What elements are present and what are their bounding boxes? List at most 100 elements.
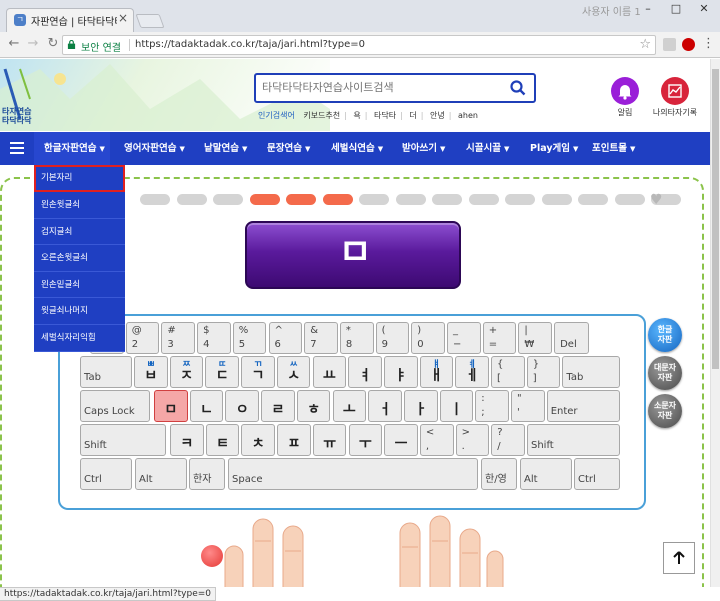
key-shift-left[interactable]: Shift bbox=[80, 424, 166, 456]
extension-icon[interactable] bbox=[663, 38, 676, 51]
popular-keyword[interactable]: ahen bbox=[458, 111, 478, 120]
key-hangul[interactable]: ㅣ bbox=[439, 390, 474, 422]
key-hangul[interactable]: ㄴ bbox=[189, 390, 224, 422]
tab-close-icon[interactable]: × bbox=[118, 11, 128, 25]
new-tab-button[interactable] bbox=[135, 14, 165, 28]
key-symbol[interactable]: ? / bbox=[491, 424, 525, 456]
dropdown-item-left-upper[interactable]: 왼손윗글쇠 bbox=[34, 192, 125, 219]
key-hangul[interactable]: ㅡ bbox=[384, 424, 418, 456]
key-number[interactable]: * 8 bbox=[339, 322, 374, 354]
dropdown-item-left-lower[interactable]: 왼손밑글쇠 bbox=[34, 272, 125, 299]
dropdown-item-sebeolsik-home[interactable]: 세벌식자리익힘 bbox=[34, 325, 125, 352]
site-logo-text[interactable]: 타자연습 타닥타닥 bbox=[2, 107, 32, 125]
key-hangul[interactable]: ㅅㅆ bbox=[276, 356, 311, 388]
key-tab[interactable]: Tab bbox=[80, 356, 132, 388]
key-number[interactable]: $4 bbox=[197, 322, 231, 354]
forward-arrow-icon[interactable]: → bbox=[24, 35, 42, 53]
nav-item-korean-keyboard[interactable]: 한글자판연습 ▼ bbox=[34, 132, 110, 165]
key-shift-right[interactable]: Shift bbox=[527, 424, 620, 456]
scroll-to-top-button[interactable] bbox=[663, 542, 695, 574]
nav-item-point-mall[interactable]: 포인트몰 ▼ bbox=[592, 132, 635, 165]
site-search-input[interactable] bbox=[262, 81, 502, 94]
scrollbar-thumb[interactable] bbox=[712, 69, 719, 369]
browser-tab[interactable]: ㄱ 자판연습 | 타닥타닥타자 × bbox=[6, 8, 134, 32]
key-alt-left[interactable]: Alt bbox=[135, 458, 187, 490]
key-hangul[interactable]: ㅋ bbox=[170, 424, 204, 456]
key-number[interactable]: % 5 bbox=[232, 322, 267, 354]
key-hangul[interactable]: ㅗ bbox=[332, 390, 367, 422]
key-hangul[interactable]: ㅐㅒ bbox=[419, 356, 454, 388]
key-hangul[interactable]: ㅊ bbox=[241, 424, 276, 456]
key-number[interactable]: #3 bbox=[161, 322, 196, 354]
url-text[interactable]: https://tadaktadak.co.kr/taja/jari.html?… bbox=[135, 39, 365, 50]
nav-item-sebeolsik-practice[interactable]: 세벌식연습 ▼ bbox=[331, 132, 383, 165]
key-number[interactable]: ) 0 bbox=[411, 322, 445, 354]
key-hangul[interactable]: ㅕ bbox=[348, 356, 382, 388]
dropdown-item-home-row[interactable]: 기본자리 bbox=[34, 165, 125, 192]
key-number[interactable]: & 7 bbox=[304, 322, 338, 354]
key-number[interactable]: | ₩ bbox=[518, 322, 553, 354]
dropdown-item-upper-remaining[interactable]: 윗글쇠나머지 bbox=[34, 298, 125, 325]
browser-user-label[interactable]: 사용자 이름 1 bbox=[582, 3, 641, 18]
back-arrow-icon[interactable]: ← bbox=[5, 35, 23, 53]
dropdown-item-index-finger[interactable]: 검지글쇠 bbox=[34, 219, 125, 246]
hamburger-menu-icon[interactable] bbox=[10, 141, 24, 155]
key-tab-right[interactable]: Tab bbox=[562, 356, 620, 388]
key-number[interactable]: @2 bbox=[125, 322, 160, 354]
window-close-icon[interactable]: ✕ bbox=[690, 0, 718, 20]
extension-icon[interactable] bbox=[682, 38, 695, 51]
uppercase-layout-button[interactable]: 대문자 자판 bbox=[648, 356, 682, 390]
key-hangul[interactable]: ㅇ bbox=[225, 390, 260, 422]
key-hangul[interactable]: ㄹ bbox=[261, 390, 295, 422]
key-hangul[interactable]: ㅛ bbox=[312, 356, 347, 388]
key-hangul[interactable]: ㄱㄲ bbox=[241, 356, 275, 388]
window-maximize-icon[interactable]: □ bbox=[662, 0, 690, 20]
page-scrollbar[interactable] bbox=[710, 59, 720, 587]
my-typing-record-button[interactable]: 나의타자기록 bbox=[645, 77, 705, 118]
key-hanja[interactable]: 한자 bbox=[189, 458, 225, 490]
address-bar[interactable]: 보안 연결 https://tadaktadak.co.kr/taja/jari… bbox=[62, 35, 656, 55]
key-symbol[interactable]: }] bbox=[526, 356, 561, 388]
key-ctrl-right[interactable]: Ctrl bbox=[574, 458, 620, 490]
key-hangul[interactable]: ㅜ bbox=[348, 424, 383, 456]
popular-keyword[interactable]: 키보드추천 bbox=[303, 111, 340, 120]
nav-item-play-game[interactable]: Play게임 ▼ bbox=[530, 132, 578, 165]
nav-item-dictation[interactable]: 받아쓰기 ▼ bbox=[402, 132, 445, 165]
korean-layout-button[interactable]: 한글 자판 bbox=[648, 318, 682, 352]
key-number[interactable]: + = bbox=[482, 322, 517, 354]
popular-keyword[interactable]: 욕 bbox=[353, 111, 360, 120]
search-icon[interactable] bbox=[510, 80, 526, 96]
key-hangul[interactable]: ㅏ bbox=[403, 390, 438, 422]
key-hangul[interactable]: ㄷㄸ bbox=[205, 356, 240, 388]
key-symbol[interactable]: :; bbox=[475, 390, 509, 422]
key-symbol[interactable]: <, bbox=[419, 424, 454, 456]
key-enter[interactable]: Enter bbox=[546, 390, 620, 422]
browser-menu-icon[interactable]: ⋮ bbox=[702, 36, 715, 51]
key-hangul[interactable]: ㅎ bbox=[296, 390, 331, 422]
key-ctrl-left[interactable]: Ctrl bbox=[80, 458, 132, 490]
popular-keyword[interactable]: 더 bbox=[409, 111, 416, 120]
key-hangul[interactable]: ㅠ bbox=[312, 424, 347, 456]
window-minimize-icon[interactable]: – bbox=[634, 0, 662, 20]
key-hangul[interactable]: ㅈㅉ bbox=[169, 356, 204, 388]
key-hangul[interactable]: ㅍ bbox=[277, 424, 311, 456]
key-han-eng[interactable]: 한/영 bbox=[481, 458, 517, 490]
nav-item-word-practice[interactable]: 낱말연습 ▼ bbox=[204, 132, 247, 165]
key-symbol[interactable]: " ' bbox=[511, 390, 545, 422]
key-hangul[interactable]: ㅌ bbox=[205, 424, 240, 456]
nav-item-community[interactable]: 시끌시끌 ▼ bbox=[466, 132, 509, 165]
dropdown-item-right-upper[interactable]: 오른손윗글쇠 bbox=[34, 245, 125, 272]
key-alt-right[interactable]: Alt bbox=[520, 458, 572, 490]
reload-icon[interactable]: ↻ bbox=[44, 35, 62, 53]
key-number[interactable]: _ − bbox=[447, 322, 481, 354]
popular-keyword[interactable]: 타닥타 bbox=[374, 111, 396, 120]
popular-keyword[interactable]: 안녕 bbox=[430, 111, 445, 120]
key-hangul[interactable]: ㅓ bbox=[368, 390, 402, 422]
key-hangul[interactable]: ㅂㅃ bbox=[134, 356, 168, 388]
key-symbol[interactable]: {[ bbox=[491, 356, 525, 388]
key-caps-lock[interactable]: Caps Lock bbox=[80, 390, 150, 422]
key-number[interactable]: (9 bbox=[375, 322, 410, 354]
nav-item-english-keyboard[interactable]: 영어자판연습 ▼ bbox=[124, 132, 185, 165]
bookmark-star-icon[interactable]: ☆ bbox=[639, 37, 651, 52]
key-delete[interactable]: Del bbox=[554, 322, 590, 354]
